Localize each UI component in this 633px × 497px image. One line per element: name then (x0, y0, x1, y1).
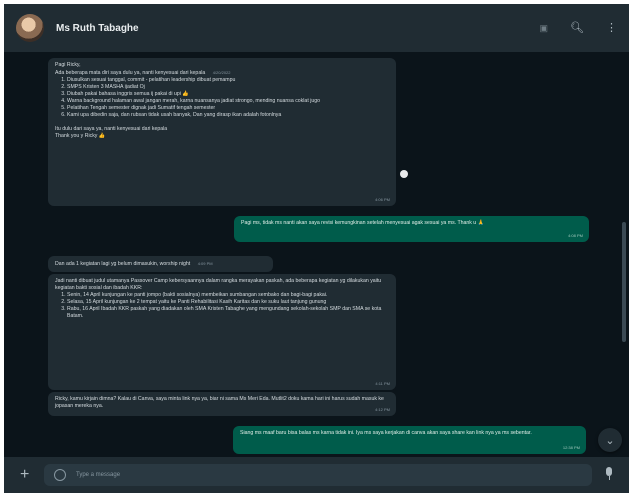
list-item: Senin, 14 April kunjungan ke panti jompo… (67, 292, 389, 299)
message-time: 12:38 PM (562, 445, 580, 450)
message-closing: Itu dulu dari saya ya, nanti kenyesuai d… (55, 126, 168, 132)
scroll-down-button[interactable]: ⌄ (598, 428, 622, 452)
attach-plus-icon[interactable]: + (20, 467, 29, 483)
compose-bar: + Type a message (4, 457, 629, 493)
message-intro-line: Ada beberapa mata diri saya dulu ya, nan… (55, 69, 389, 77)
message-intro: Ada beberapa mata diri saya dulu ya, nan… (55, 70, 206, 76)
pray-emoji: 🙏 (477, 220, 485, 226)
microphone-icon-capsule (606, 467, 612, 476)
message-incoming[interactable]: Dan ada 1 kegiatan lagi yg belum dimasuk… (48, 256, 273, 272)
header-actions: ▣ 🔍︎ ⋮ (540, 4, 617, 52)
video-call-icon[interactable]: ▣ (540, 23, 549, 33)
chat-scrollbar[interactable] (622, 222, 626, 342)
message-text: Pagi ms, tidak ms nanti akan saya revisi… (241, 220, 477, 226)
contact-avatar[interactable] (16, 14, 44, 42)
message-incoming[interactable]: Jadi nanti dibuat judul utamanya Passove… (48, 274, 396, 390)
message-time: 4:12 PM (375, 407, 390, 412)
message-time: 4:08 PM (568, 233, 583, 238)
message-incoming[interactable]: Ricky, kamu kirjain dimna? Kalau di Canv… (48, 392, 396, 416)
message-time: 4:06 PM (375, 197, 390, 202)
message-signoff-line: Thank you y Ricky 👍 (55, 133, 389, 140)
message-inline-date: 4/20/2022 (212, 70, 231, 75)
list-item: Diubah pakai bahasa inggris semua ij pak… (67, 91, 389, 98)
message-signoff: Thank you y Ricky (55, 133, 98, 139)
emoji-icon[interactable] (54, 469, 66, 481)
list-item: Kami upa dibedin saja, dan rubsan tidak … (67, 112, 389, 119)
list-item: Diusulkan sesuai tanggal, commit - pelat… (67, 77, 389, 84)
message-list[interactable]: Pagi Ricky, Ada beberapa mata diri saya … (4, 52, 629, 457)
thumbs-up-emoji: 👍 (182, 91, 189, 97)
message-input[interactable]: Type a message (44, 464, 592, 486)
microphone-icon[interactable] (605, 467, 613, 481)
message-time: 4:11 PM (375, 381, 390, 386)
message-text: Dan ada 1 kegiatan lagi yg belum dimasuk… (55, 261, 191, 267)
list-item: Pelatihan Tengah semester dignak jadi Su… (67, 105, 389, 112)
chat-header: Ms Ruth Tabaghe ▣ 🔍︎ ⋮ (4, 4, 629, 52)
message-list-items: Senin, 14 April kunjungan ke panti jompo… (65, 292, 389, 320)
message-greeting: Pagi Ricky, (55, 62, 81, 68)
message-time: 4:09 PM (197, 261, 213, 266)
menu-kebab-icon[interactable]: ⋮ (606, 22, 617, 34)
cursor-dot (400, 170, 408, 178)
list-item: Selasa, 15 April kunjungan ke 2 tempat y… (67, 299, 389, 306)
message-text: Siang ms maaf baru bisa balas ms karna t… (240, 430, 532, 436)
list-item: Warna background halaman awal jangan mer… (67, 98, 389, 105)
message-input-placeholder: Type a message (76, 472, 121, 478)
chevron-down-icon: ⌄ (605, 434, 615, 447)
contact-name[interactable]: Ms Ruth Tabaghe (56, 23, 139, 34)
message-outgoing[interactable]: Pagi ms, tidak ms nanti akan saya revisi… (234, 216, 589, 242)
microphone-icon-stem (608, 476, 610, 480)
message-outgoing[interactable]: Siang ms maaf baru bisa balas ms karna t… (233, 426, 586, 454)
message-incoming[interactable]: Pagi Ricky, Ada beberapa mata diri saya … (48, 58, 396, 206)
list-item: Rabu, 16 April Ibadah KKR paskah yang di… (67, 306, 389, 320)
list-item: SMPS Kristen 3 MASHA ijadiat Oj (67, 84, 389, 91)
list-item-text: Diubah pakai bahasa inggris semua ij pak… (67, 91, 181, 97)
chat-window: Ms Ruth Tabaghe ▣ 🔍︎ ⋮ Pagi Ricky, Ada b… (4, 4, 629, 493)
search-icon[interactable]: 🔍︎ (570, 22, 584, 34)
message-list-items: Diusulkan sesuai tanggal, commit - pelat… (65, 77, 389, 119)
message-text: Ricky, kamu kirjain dimna? Kalau di Canv… (55, 396, 384, 409)
thumbs-up-emoji: 👍 (98, 133, 106, 139)
message-intro: Jadi nanti dibuat judul utamanya Passove… (55, 278, 382, 291)
